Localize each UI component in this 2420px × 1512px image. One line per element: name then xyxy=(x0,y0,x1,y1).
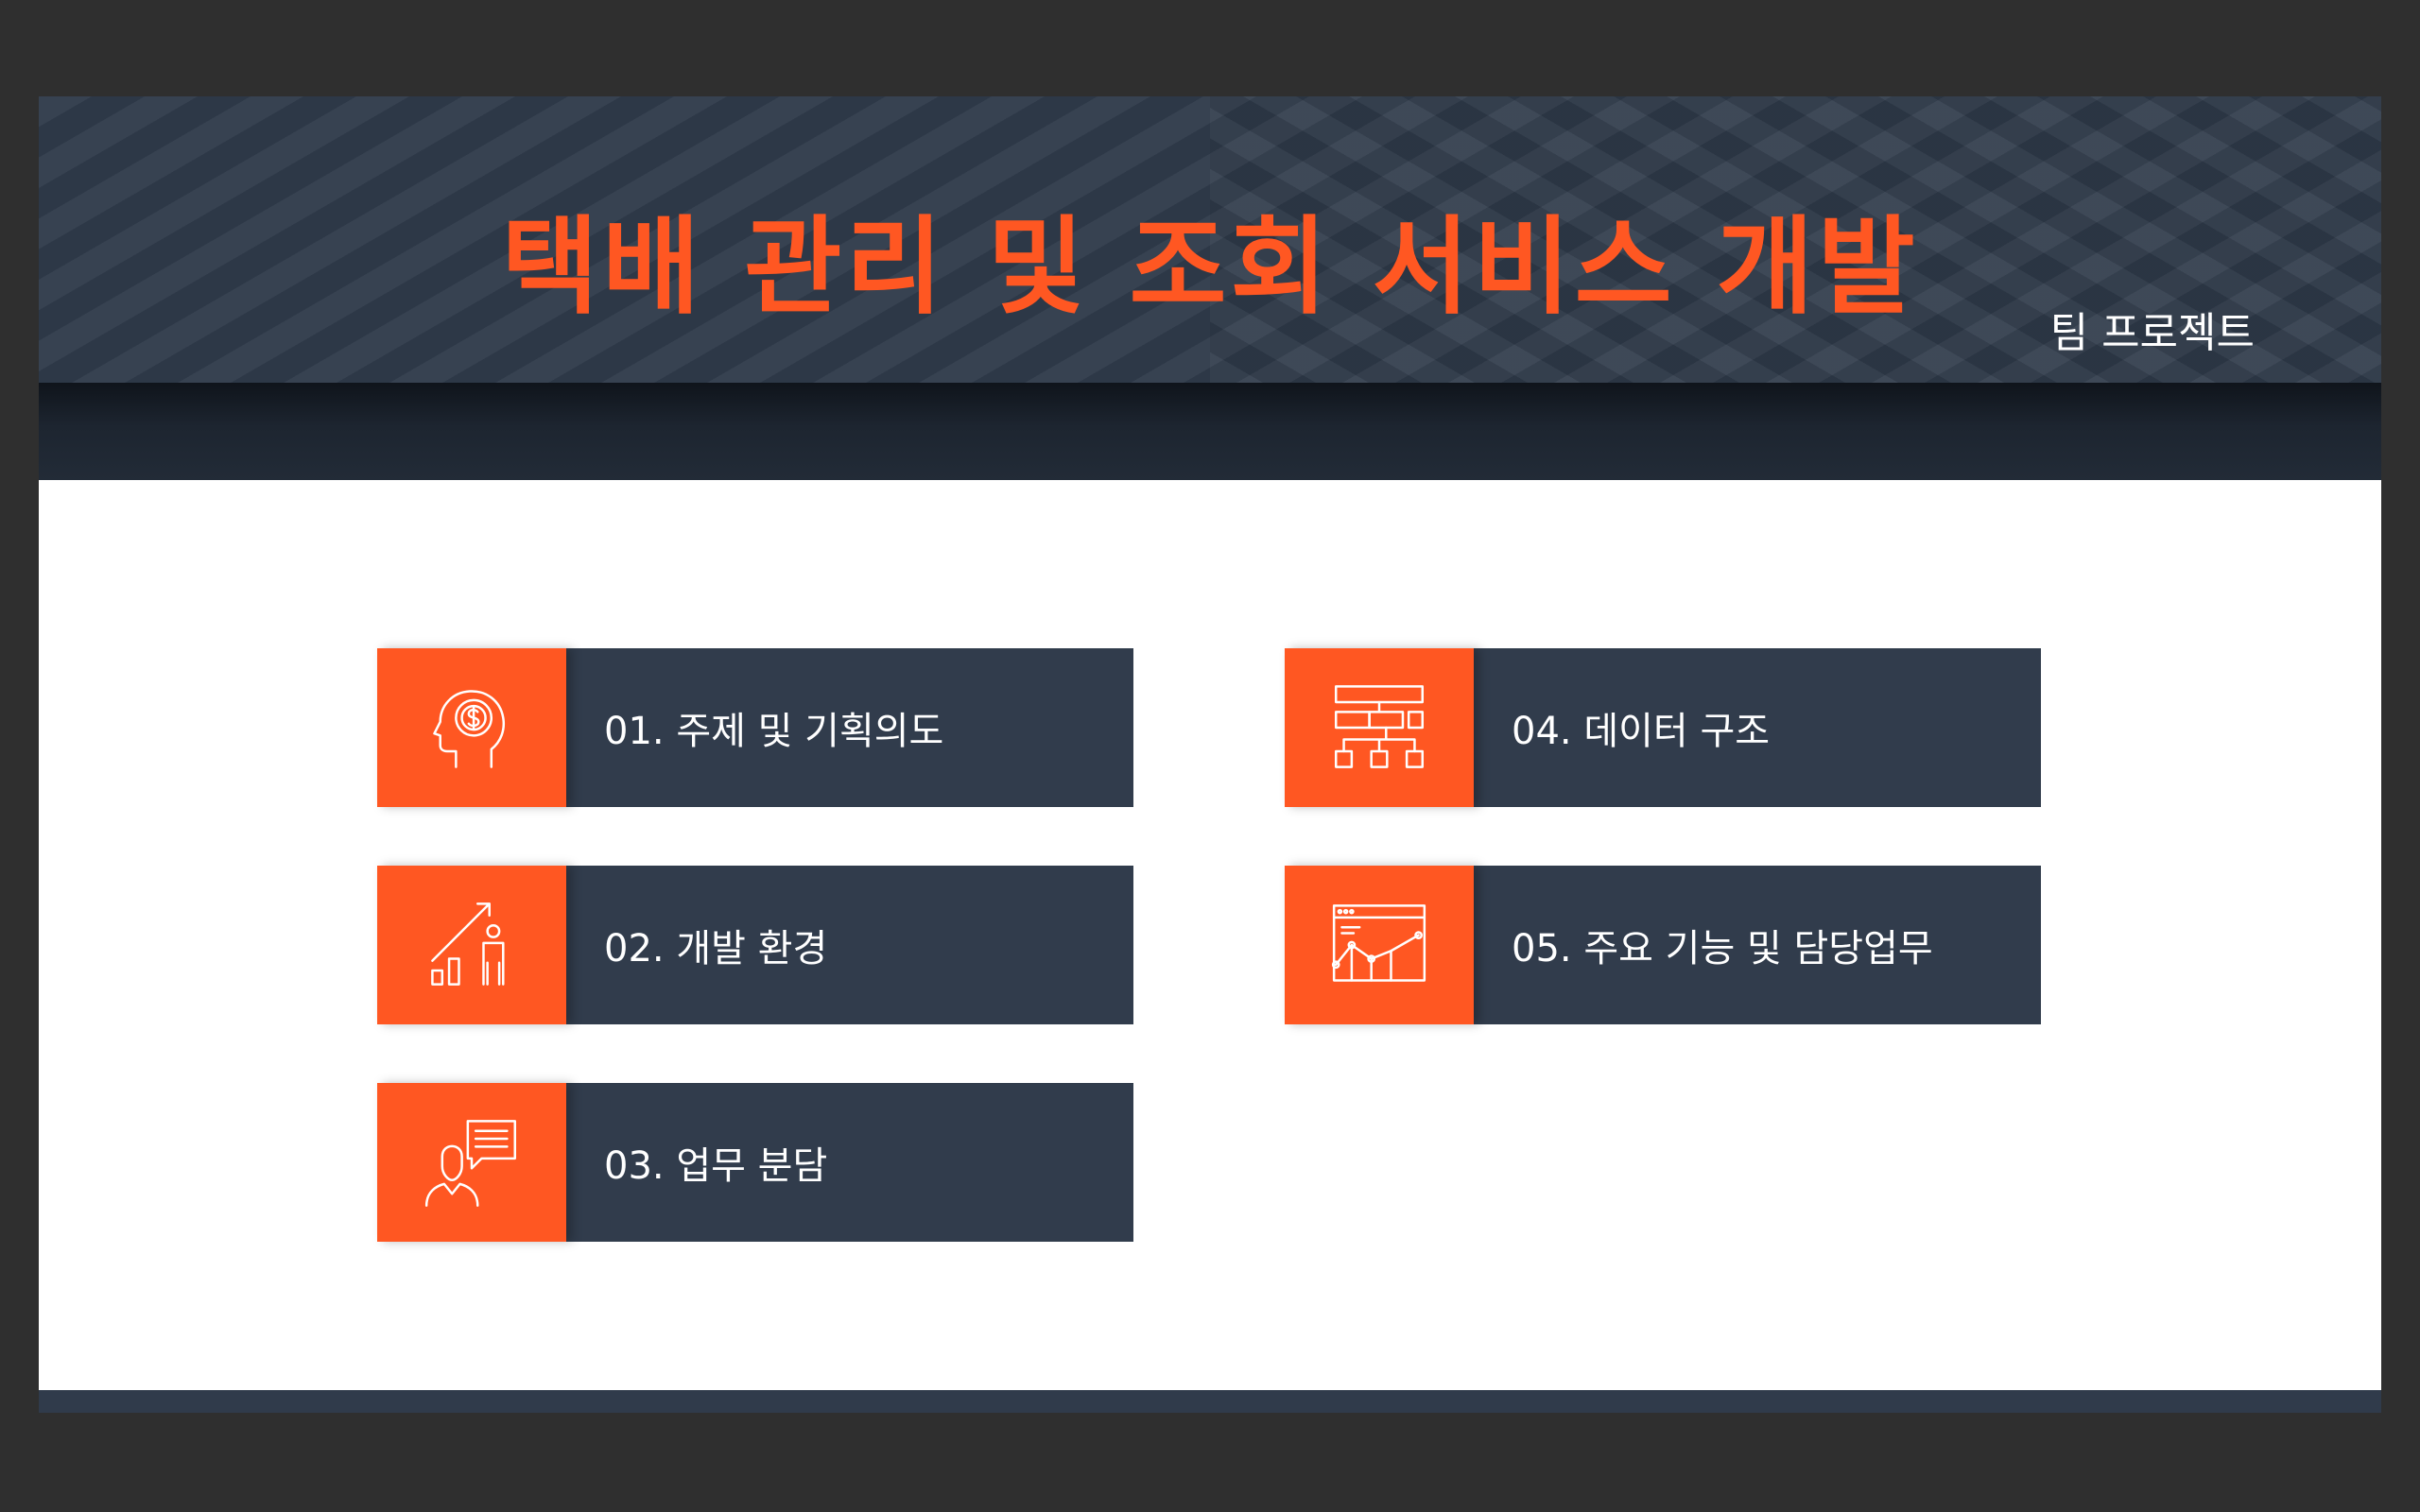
menu-item-01[interactable]: 01. 주제 및 기획의도 xyxy=(377,648,1133,807)
hierarchy-structure-icon xyxy=(1285,648,1474,807)
menu-item-04[interactable]: 04. 데이터 구조 xyxy=(1285,648,2041,807)
header-shadow-band xyxy=(39,383,2381,480)
slide: 택배 관리 및 조회 서비스 개발 팀 프로젝트 01. 주제 및 기획의도 0… xyxy=(39,96,2381,1413)
menu-item-03[interactable]: 03. 업무 분담 xyxy=(377,1083,1133,1242)
footer-bar xyxy=(39,1390,2381,1413)
title-header: 택배 관리 및 조회 서비스 개발 팀 프로젝트 xyxy=(39,96,2381,383)
browser-line-chart-icon xyxy=(1285,866,1474,1024)
menu-label: 01. 주제 및 기획의도 xyxy=(566,648,1133,807)
person-speech-bubble-icon xyxy=(377,1083,566,1242)
menu-label: 05. 주요 기능 및 담당업무 xyxy=(1474,866,2041,1024)
menu-label: 04. 데이터 구조 xyxy=(1474,648,2041,807)
menu-item-02[interactable]: 02. 개발 환경 xyxy=(377,866,1133,1024)
menu-item-05[interactable]: 05. 주요 기능 및 담당업무 xyxy=(1285,866,2041,1024)
presentation-subtitle: 팀 프로젝트 xyxy=(2049,309,2255,357)
presentation-title: 택배 관리 및 조회 서비스 개발 xyxy=(501,206,1919,329)
growth-chart-person-icon xyxy=(377,866,566,1024)
head-dollar-icon xyxy=(377,648,566,807)
menu-label: 02. 개발 환경 xyxy=(566,866,1133,1024)
menu-label: 03. 업무 분담 xyxy=(566,1083,1133,1242)
